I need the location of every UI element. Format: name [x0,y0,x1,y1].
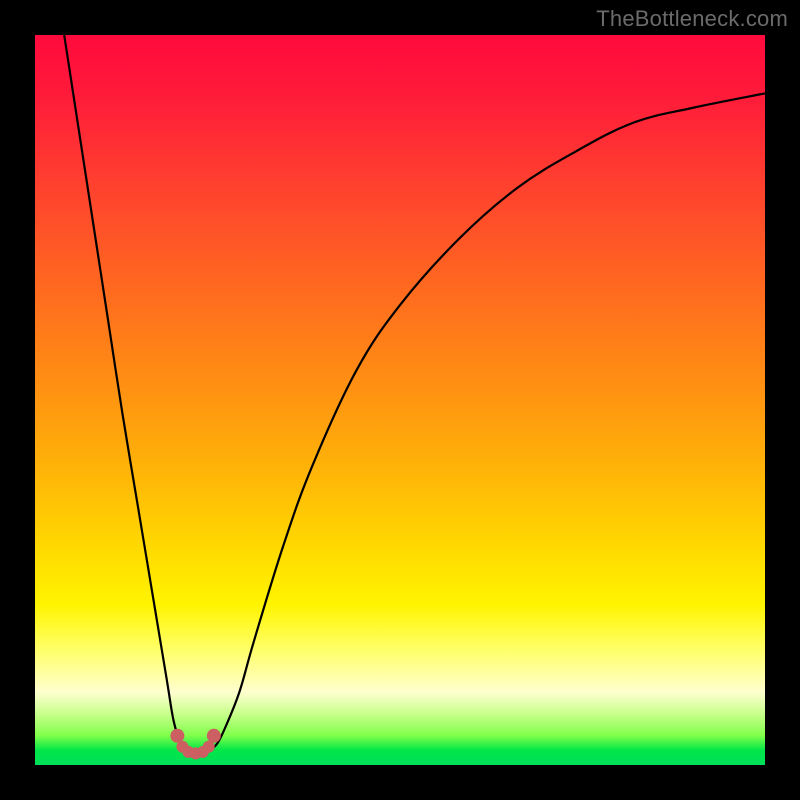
left-curve [64,35,188,750]
right-curve [210,93,765,750]
curve-layer [35,35,765,765]
trough-markers [170,729,221,760]
watermark-text: TheBottleneck.com [596,6,788,32]
chart-frame: TheBottleneck.com [0,0,800,800]
trough-marker [170,729,184,743]
trough-marker [207,729,221,743]
plot-area [35,35,765,765]
